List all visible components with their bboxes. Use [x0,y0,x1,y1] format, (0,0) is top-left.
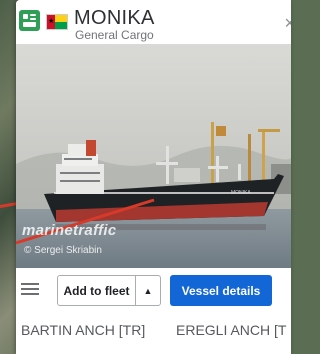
guinea-bissau-flag-icon: ★ [46,14,68,30]
vessel-details-button[interactable]: Vessel details [170,275,272,306]
vessel-photo[interactable]: MONIKA marinetraffic © Sergei Skriabin [16,44,291,268]
action-bar: Add to fleet ▲ Vessel details [16,268,291,312]
vessel-header: ★ MONIKA General Cargo × [16,0,291,46]
general-cargo-type-icon [19,10,40,31]
svg-text:MONIKA: MONIKA [231,190,251,196]
vessel-name: MONIKA [74,7,155,29]
fleet-dropdown-caret-icon[interactable]: ▲ [135,275,161,306]
close-icon[interactable]: × [284,14,291,32]
vessel-popup-card: ★ MONIKA General Cargo × MONIKA marinetr… [16,0,291,354]
vessel-type: General Cargo [75,28,154,42]
marinetraffic-watermark: marinetraffic [22,222,117,239]
destination-port[interactable]: EREGLI ANCH [T [176,322,286,338]
departure-port[interactable]: BARTIN ANCH [TR] [21,322,145,338]
add-to-fleet-button[interactable]: Add to fleet [57,275,136,306]
route-ports: BARTIN ANCH [TR] EREGLI ANCH [T [16,312,291,354]
photo-credit: © Sergei Skriabin [24,245,102,256]
hamburger-menu-icon[interactable] [21,283,39,296]
